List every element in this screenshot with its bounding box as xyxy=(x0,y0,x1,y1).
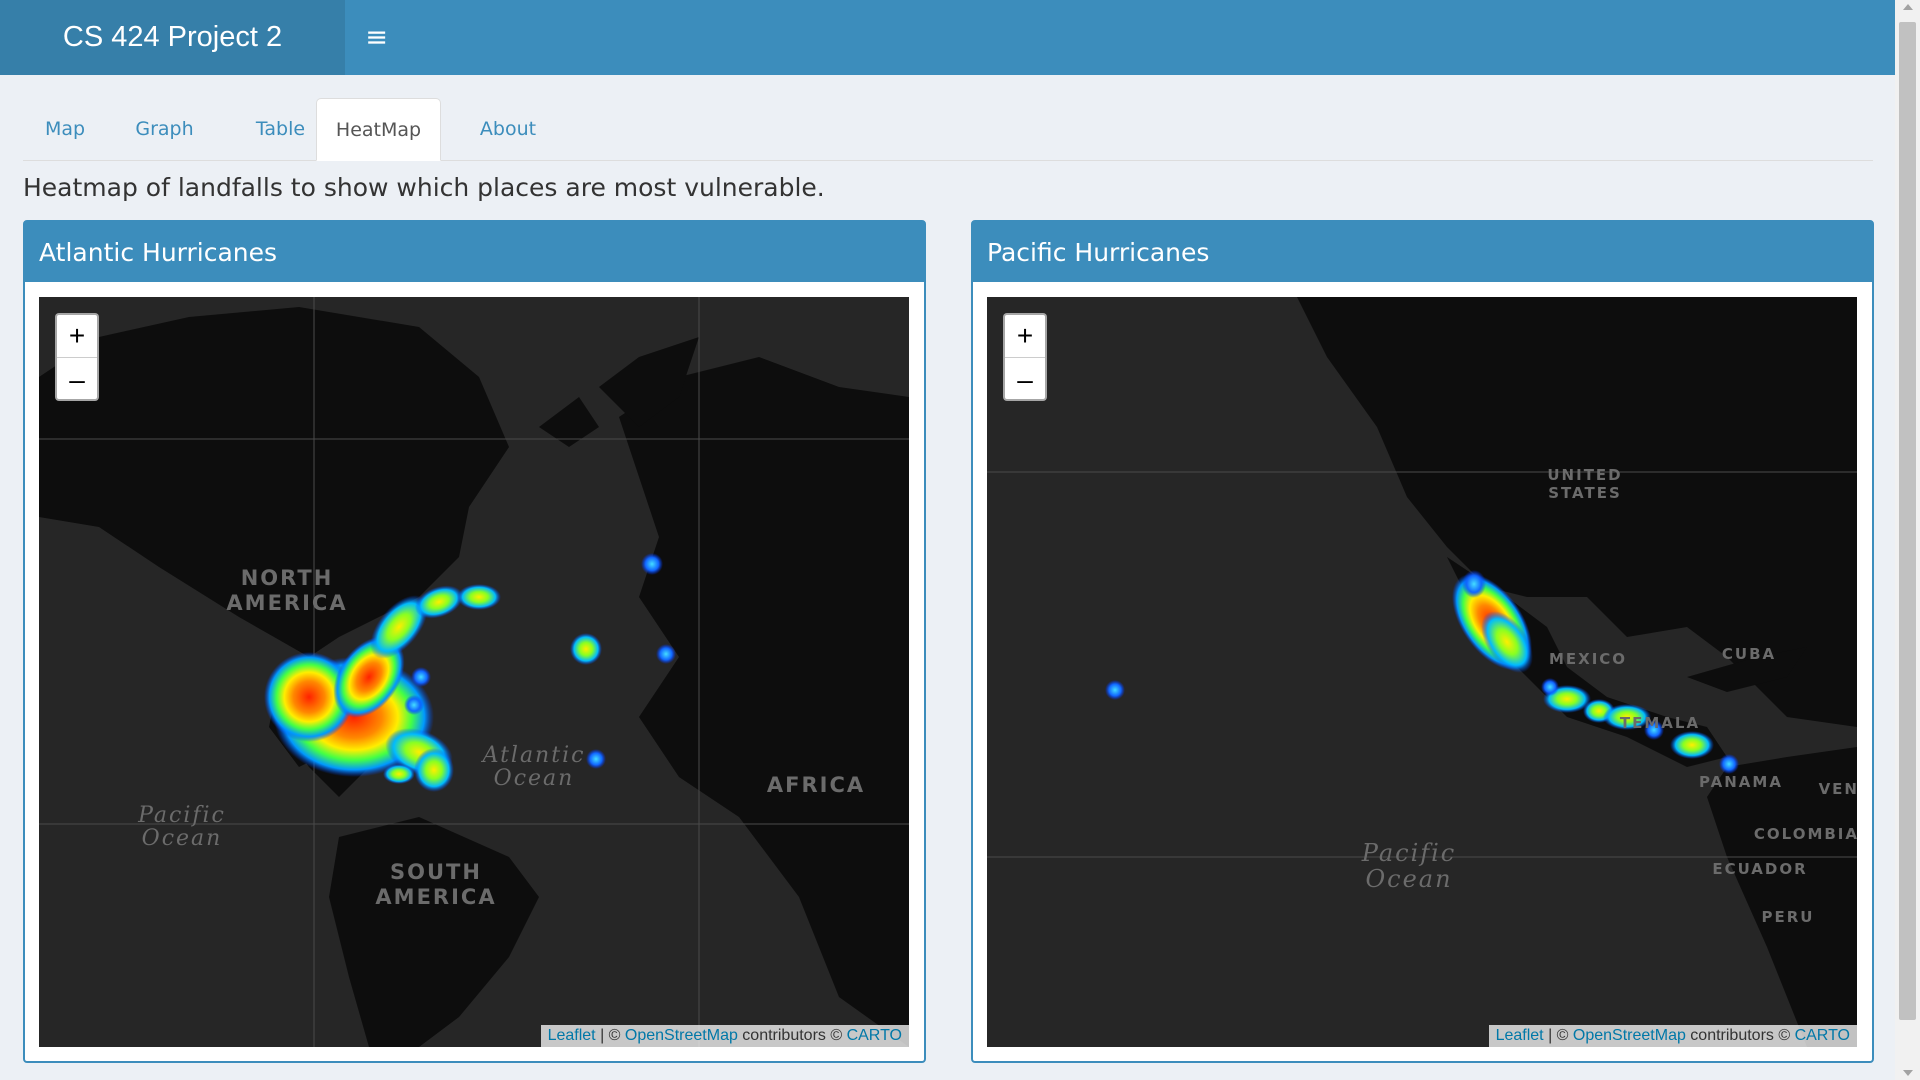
tab-map[interactable]: Map xyxy=(23,98,107,160)
scroll-thumb[interactable] xyxy=(1899,22,1916,1020)
label-cuba: CUBA xyxy=(1722,645,1776,663)
app-title[interactable]: CS 424 Project 2 xyxy=(0,0,345,75)
carto-link[interactable]: CARTO xyxy=(1795,1027,1850,1044)
atlantic-attribution: Leaflet | © OpenStreetMap contributors ©… xyxy=(540,1025,909,1047)
label-pacific-1: Pacific xyxy=(137,803,226,828)
atlantic-land xyxy=(39,307,909,1047)
zoom-out-button[interactable]: – xyxy=(57,358,97,401)
page-description: Heatmap of landfalls to show which place… xyxy=(23,173,825,202)
label-africa: AFRICA xyxy=(767,773,865,797)
page-scrollbar[interactable] xyxy=(1895,0,1920,1080)
attribution-contrib: contributors © xyxy=(737,1027,847,1044)
pacific-box: Pacific Hurricanes UNITED STATES MEXICO … xyxy=(971,220,1874,1063)
label-mexico: MEXICO xyxy=(1549,650,1627,668)
label-atlantic-2: Ocean xyxy=(494,766,575,791)
attribution-sep: | © xyxy=(595,1027,625,1044)
label-pacific-ocean-2: Ocean xyxy=(1365,865,1452,893)
pacific-attribution: Leaflet | © OpenStreetMap contributors ©… xyxy=(1488,1025,1857,1047)
scroll-down-icon[interactable] xyxy=(1903,1070,1913,1076)
label-peru: PERU xyxy=(1762,908,1815,926)
atlantic-box: Atlantic Hurricanes NORTH AMERICA SOUTH … xyxy=(23,220,926,1063)
app-header: CS 424 Project 2 ≡ xyxy=(0,0,1895,75)
label-panama: PANAMA xyxy=(1699,773,1783,791)
label-states: STATES xyxy=(1548,484,1622,502)
attribution-sep: | © xyxy=(1543,1027,1573,1044)
label-south-america-1: SOUTH xyxy=(390,860,482,884)
pacific-basemap: UNITED STATES MEXICO CUBA TEMALA PANAMA … xyxy=(987,297,1857,1047)
pacific-zoom-control: + – xyxy=(1003,313,1047,401)
label-south-america-2: AMERICA xyxy=(375,885,496,909)
tab-heatmap[interactable]: HeatMap xyxy=(316,98,441,161)
leaflet-link[interactable]: Leaflet xyxy=(1496,1027,1544,1044)
carto-link[interactable]: CARTO xyxy=(847,1027,902,1044)
label-atlantic-1: Atlantic xyxy=(481,743,586,768)
label-north-america-2: AMERICA xyxy=(226,591,347,615)
osm-link[interactable]: OpenStreetMap xyxy=(1573,1027,1686,1044)
label-colombia: COLOMBIA xyxy=(1754,825,1857,843)
pacific-map[interactable]: UNITED STATES MEXICO CUBA TEMALA PANAMA … xyxy=(987,297,1857,1047)
tab-graph[interactable]: Graph xyxy=(107,98,222,160)
label-pacific-ocean-1: Pacific xyxy=(1361,839,1457,867)
label-ven: VEN xyxy=(1819,780,1857,798)
scroll-up-icon[interactable] xyxy=(1903,4,1913,10)
atlantic-box-title: Atlantic Hurricanes xyxy=(25,222,924,282)
zoom-in-button[interactable]: + xyxy=(1005,315,1045,358)
tab-about[interactable]: About xyxy=(451,98,565,160)
pacific-land xyxy=(1297,297,1857,1047)
tab-bar: Map Graph Table HeatMap About xyxy=(23,98,1873,161)
atlantic-zoom-control: + – xyxy=(55,313,99,401)
label-north-america-1: NORTH xyxy=(241,566,334,590)
sidebar-toggle-icon[interactable]: ≡ xyxy=(345,0,408,75)
label-united: UNITED xyxy=(1547,466,1622,484)
atlantic-basemap: NORTH AMERICA SOUTH AMERICA AFRICA Atlan… xyxy=(39,297,909,1047)
atlantic-map[interactable]: NORTH AMERICA SOUTH AMERICA AFRICA Atlan… xyxy=(39,297,909,1047)
osm-link[interactable]: OpenStreetMap xyxy=(625,1027,738,1044)
label-guatemala: TEMALA xyxy=(1620,714,1700,732)
attribution-contrib: contributors © xyxy=(1685,1027,1795,1044)
leaflet-link[interactable]: Leaflet xyxy=(548,1027,596,1044)
pacific-box-title: Pacific Hurricanes xyxy=(973,222,1872,282)
zoom-out-button[interactable]: – xyxy=(1005,358,1045,401)
label-pacific-2: Ocean xyxy=(142,826,223,851)
zoom-in-button[interactable]: + xyxy=(57,315,97,358)
label-ecuador: ECUADOR xyxy=(1712,860,1807,878)
